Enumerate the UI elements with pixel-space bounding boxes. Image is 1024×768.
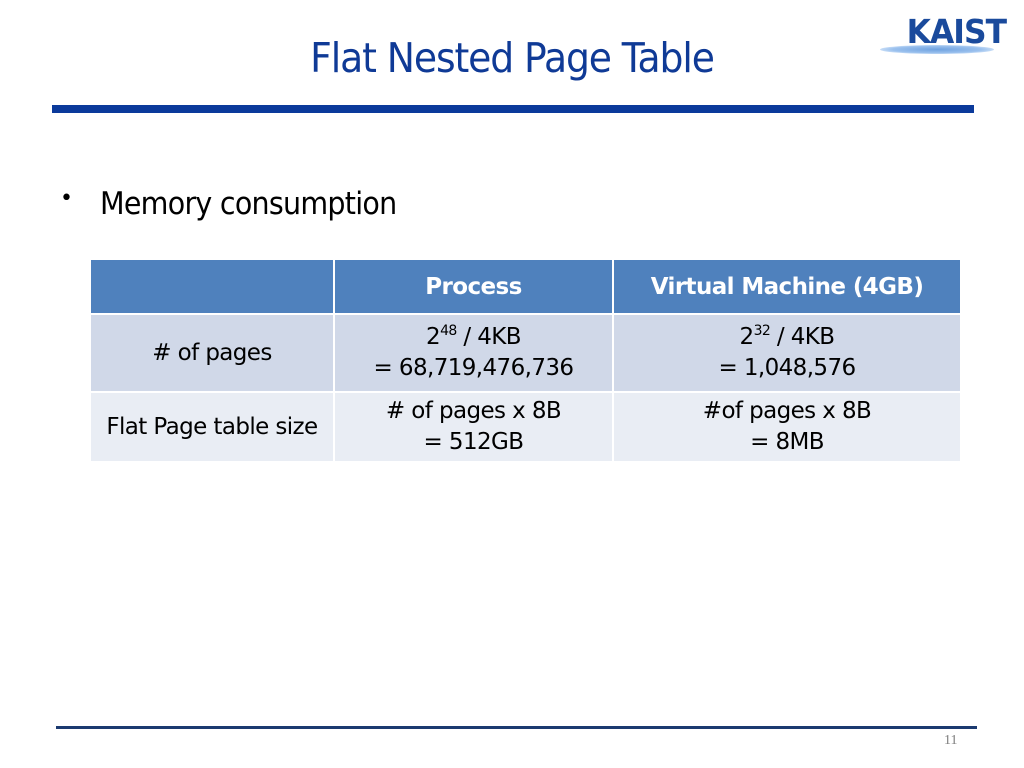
logo-swoosh-icon [880, 45, 994, 54]
slide-title: Flat Nested Page Table [310, 34, 715, 82]
cell-line-1: 248 / 4KB [335, 322, 612, 353]
base: 2 [739, 324, 755, 350]
memory-table: Process Virtual Machine (4GB) # of pages… [89, 258, 962, 463]
base: 2 [426, 324, 441, 350]
divisor: / 4KB [770, 324, 835, 350]
divisor: / 4KB [456, 324, 521, 350]
cell-line-2: = 1,048,576 [718, 355, 856, 381]
page-number: 11 [944, 733, 958, 748]
row-label: Flat Page table size [89, 391, 335, 463]
cell-line-2: = 512GB [423, 429, 524, 455]
exponent: 32 [753, 323, 771, 339]
cell-line-2: = 8MB [750, 429, 824, 455]
header-empty [89, 258, 335, 315]
table-row: Flat Page table size # of pages x 8B = 5… [89, 391, 962, 463]
cell-line-1: 232 / 4KB [614, 322, 960, 353]
cell-vm-pages: 232 / 4KB = 1,048,576 [612, 313, 962, 393]
kaist-logo: KAIST [878, 12, 1018, 58]
title-divider [52, 105, 974, 113]
cell-line-1: # of pages x 8B [385, 398, 562, 424]
bullet-text: Memory consumption [100, 186, 397, 222]
cell-process-size: # of pages x 8B = 512GB [333, 391, 614, 463]
cell-vm-size: #of pages x 8B = 8MB [612, 391, 962, 463]
cell-line-1: #of pages x 8B [702, 398, 872, 424]
footer-divider [56, 726, 977, 729]
exponent: 48 [440, 323, 457, 339]
table-row: # of pages 248 / 4KB = 68,719,476,736 23… [89, 313, 962, 393]
header-process: Process [333, 258, 614, 315]
header-virtual-machine: Virtual Machine (4GB) [612, 258, 962, 315]
cell-line-2: = 68,719,476,736 [373, 355, 574, 381]
cell-process-pages: 248 / 4KB = 68,719,476,736 [333, 313, 614, 393]
row-label: # of pages [89, 313, 335, 393]
bullet-marker: • [60, 186, 73, 211]
table-header-row: Process Virtual Machine (4GB) [89, 258, 962, 315]
